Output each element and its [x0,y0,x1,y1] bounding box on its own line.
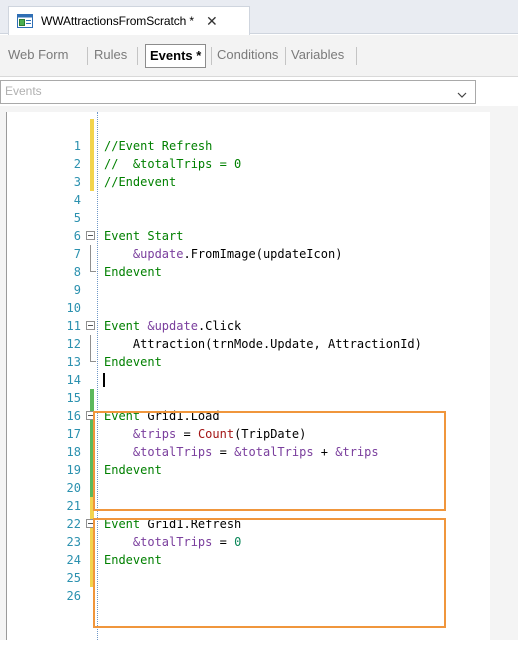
code-line: 6 [7,209,491,243]
collapse-icon[interactable] [86,231,95,240]
code-line: 8 &update.FromImage(updateIcon) [7,245,491,279]
web-panel-icon [17,13,33,29]
tab-rules[interactable]: Rules [94,44,127,68]
fold-guide [90,245,91,263]
code-line: 12 Event &update.Click [7,317,491,351]
code-line: 14 Endevent [7,353,491,387]
code-lines: 1 2 //Event Refresh 3 // &totalTrips = 0… [7,119,491,603]
document-tab[interactable]: WWAttractionsFromScratch * ✕ [8,6,250,35]
tab-separator [87,47,88,65]
change-marker [90,137,94,155]
code-line: 2 //Event Refresh [7,137,491,171]
fold-end [90,271,96,272]
code-line: 13 Attraction(trnMode.Update, Attraction… [7,335,491,369]
tab-separator [137,47,138,65]
code-line: 7 Event Start [7,227,491,261]
tab-variables[interactable]: Variables [291,44,344,68]
editor-area: 1 2 //Event Refresh 3 // &totalTrips = 0… [0,106,518,640]
close-icon[interactable]: ✕ [206,14,218,28]
code-text: Attraction(trnMode.Update, AttractionId) [104,337,422,351]
tab-conditions[interactable]: Conditions [217,44,278,68]
tab-web-form[interactable]: Web Form [8,44,68,68]
tab-separator [356,47,357,65]
code-line: 3 // &totalTrips = 0 [7,155,491,189]
change-marker [90,119,94,137]
change-marker [90,155,94,173]
chevron-down-icon[interactable] [457,87,467,98]
fold-guide [90,335,91,353]
events-dropdown[interactable]: Events [0,80,476,104]
code-line: 11 [7,299,491,333]
document-tabstrip: WWAttractionsFromScratch * ✕ [0,0,518,35]
tab-separator [285,47,286,65]
code-line: 10 [7,281,491,315]
highlight-box-grid-load [93,411,446,511]
fold-end [90,361,96,362]
code-line: 9 Endevent [7,263,491,297]
highlight-box-grid-refresh [93,518,446,628]
dropdown-value: Events [5,84,42,98]
code-text: Event &update.Click [104,319,242,333]
code-line: 5 [7,191,491,225]
code-text: Endevent [104,265,162,279]
code-line: 15 [7,371,491,405]
code-text: Endevent [104,355,162,369]
code-text: //Endevent [104,175,177,189]
code-text: Event Start [104,229,184,243]
change-marker [90,389,94,407]
document-title: WWAttractionsFromScratch * [41,14,194,28]
code-editor[interactable]: 1 2 //Event Refresh 3 // &totalTrips = 0… [6,112,490,640]
code-line: 1 [7,119,491,153]
line-number: 26 [66,589,81,603]
tab-separator [211,47,212,65]
code-text: //Event Refresh [104,139,213,153]
tab-events[interactable]: Events * [145,44,207,68]
code-line: 16 [7,389,491,423]
collapse-icon[interactable] [86,321,95,330]
section-toolbar: Web Form Rules Events * Conditions Varia… [0,35,518,77]
code-line: 4 //Endevent [7,173,491,207]
code-text: // &totalTrips = 0 [104,157,242,171]
text-cursor [103,373,105,387]
code-text: &update.FromImage(updateIcon) [132,247,343,261]
change-marker [90,173,94,191]
